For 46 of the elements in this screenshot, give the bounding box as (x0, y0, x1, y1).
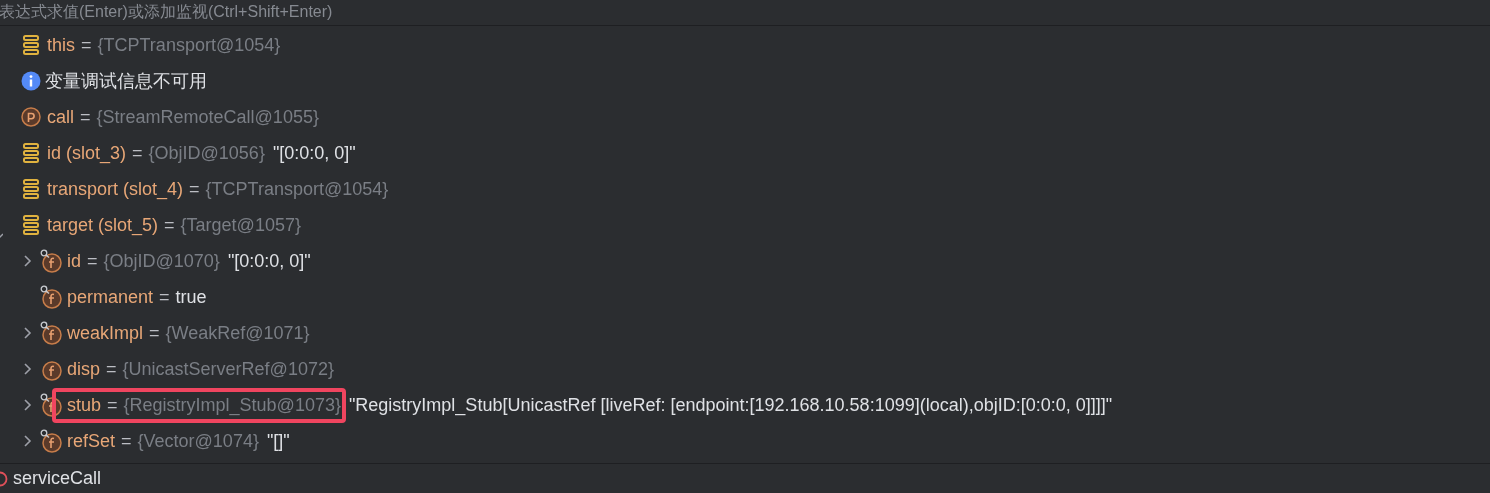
frame-name[interactable]: serviceCall (13, 468, 102, 489)
equals-sign: = (159, 286, 170, 308)
info-icon (21, 71, 41, 91)
evaluate-field[interactable]: 表达式求值(Enter)或添加监视(Ctrl+Shift+Enter) (0, 0, 699, 24)
variable-name: call (47, 106, 74, 128)
variable-name: permanent (67, 286, 154, 308)
parameter-icon (21, 107, 41, 127)
variable-type: {Vector@1074} (137, 430, 259, 452)
equals-sign: = (164, 214, 175, 236)
variable-name: transport (slot_4) (47, 178, 184, 200)
stack-icon (22, 35, 40, 55)
variable-name: stub (67, 394, 102, 416)
variable-type: {StreamRemoteCall@1055} (96, 106, 319, 128)
variable-name: id (67, 250, 81, 272)
variable-name: this (47, 34, 75, 56)
variable-name: disp (67, 358, 101, 380)
info-message: 变量调试信息不可用 (45, 70, 207, 93)
variable-type: {RegistryImpl_Stub@1073} (123, 394, 341, 416)
equals-sign: = (121, 430, 132, 452)
stack-icon (22, 143, 40, 163)
equals-sign: = (189, 178, 200, 200)
variable-type: {Target@1057} (180, 214, 301, 236)
variable-type: {UnicastServerRef@1072} (122, 358, 334, 380)
equals-sign: = (149, 322, 160, 344)
variable-name: weakImpl (67, 322, 144, 344)
variable-type: {TCPTransport@1054} (97, 34, 281, 56)
variable-type: {WeakRef@1071} (165, 322, 310, 344)
stack-icon (22, 215, 40, 235)
equals-sign: = (80, 106, 91, 128)
variable-value: true (175, 286, 207, 308)
variable-type: {ObjID@1070} (103, 250, 220, 272)
equals-sign: = (106, 358, 117, 380)
variable-name: target (slot_5) (47, 214, 159, 236)
variable-value: "[]" (266, 430, 290, 452)
variable-type: {TCPTransport@1054} (205, 178, 389, 200)
variable-value: "[0:0:0, 0]" (272, 142, 356, 164)
variable-value: "[0:0:0, 0]" (227, 250, 311, 272)
equals-sign: = (107, 394, 118, 416)
equals-sign: = (132, 142, 143, 164)
stack-icon (22, 179, 40, 199)
variable-value: "RegistryImpl_Stub[UnicastRef [liveRef: [endpoint:[192.168.10.58:1099](local),objID:[0:0:0, 0]]]]" (348, 394, 1113, 416)
equals-sign: = (87, 250, 98, 272)
variable-name: refSet (67, 430, 116, 452)
variable-name: id (slot_3) (47, 142, 127, 164)
equals-sign: = (81, 34, 92, 56)
variable-type: {ObjID@1056} (148, 142, 265, 164)
